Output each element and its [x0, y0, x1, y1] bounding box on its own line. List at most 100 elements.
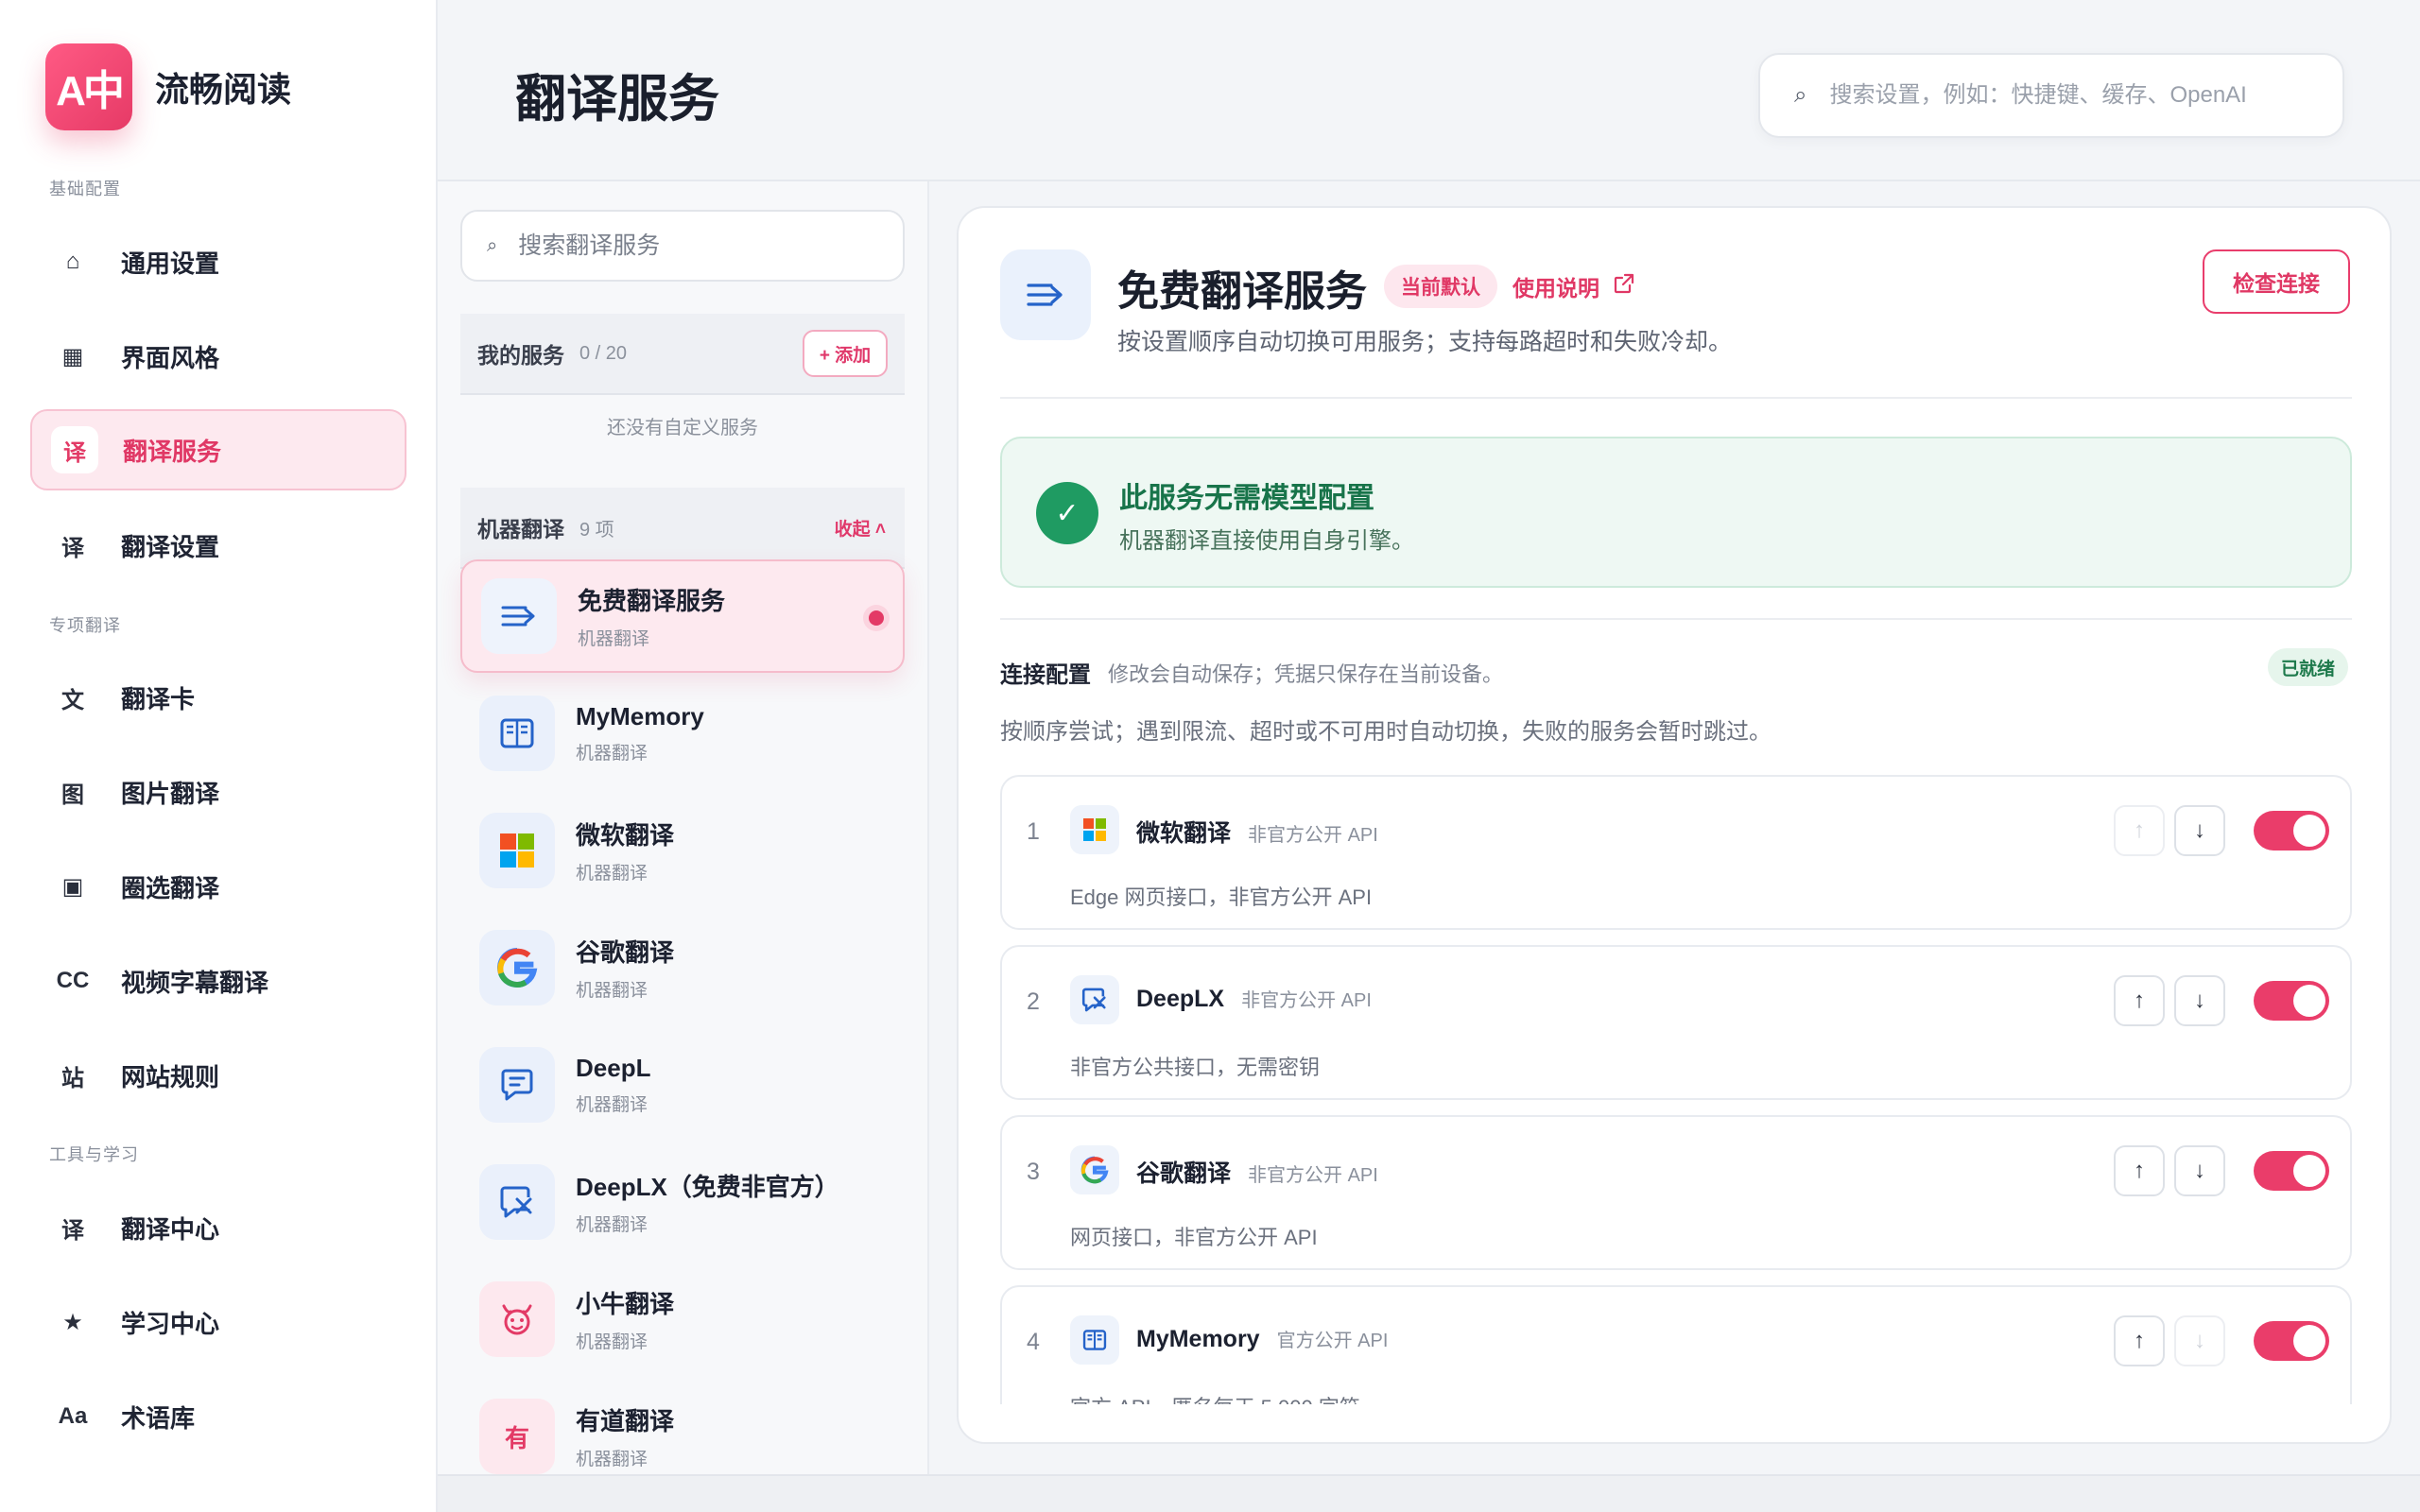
app-logo-icon: A中 — [45, 43, 132, 130]
toggle-knob — [2293, 815, 2325, 847]
route-tag: 官方公开 API — [1276, 1331, 1389, 1351]
sidebar-item-subtitle-translation[interactable]: CC 视频字幕翻译 — [30, 940, 406, 1022]
machine-translation-header[interactable]: 机器翻译 9 项 收起 ˄ — [460, 488, 905, 569]
service-item-google[interactable]: 谷歌翻译 机器翻译 — [460, 911, 905, 1024]
notice-description: 机器翻译直接使用自身引擎。 — [1119, 528, 1414, 554]
status-badge: 已就绪 — [2267, 648, 2348, 686]
my-services-header: 我的服务 0 / 20 + 添加 — [460, 314, 905, 395]
move-up-button[interactable]: ↑ — [2114, 975, 2165, 1026]
usage-guide-link[interactable]: 使用说明 — [1512, 270, 1635, 302]
sidebar-item-site-rules[interactable]: 站 网站规则 — [30, 1035, 406, 1116]
sidebar-item-translation-settings[interactable]: 译 翻译设置 — [30, 505, 406, 586]
move-up-button[interactable]: ↑ — [2114, 805, 2165, 856]
translate-icon: 译 — [51, 426, 98, 473]
toggle-knob — [2293, 1325, 2325, 1357]
service-name: 谷歌翻译 — [576, 938, 675, 967]
search-icon: ⌕ — [1794, 82, 1807, 108]
brand[interactable]: A中 流畅阅读 — [45, 43, 291, 130]
move-down-button[interactable]: ↓ — [2174, 1315, 2225, 1366]
service-detail-panel: 免费翻译服务 当前默认 使用说明 按设置顺序自动切换可用服务；支持每路超时和失败… — [957, 206, 2392, 1444]
sidebar-item-glossary[interactable]: Aa 术语库 — [30, 1376, 406, 1457]
app-name: 流畅阅读 — [155, 70, 292, 109]
sidebar-item-label: 术语库 — [121, 1403, 196, 1433]
check-connection-button[interactable]: 检查连接 — [2203, 249, 2350, 314]
sidebar-item-label: 翻译卡 — [121, 684, 196, 713]
sidebar-item-label: 图片翻译 — [121, 779, 220, 808]
sidebar-item-appearance[interactable]: ▦ 界面风格 — [30, 316, 406, 397]
sidebar-item-label: 视频字幕翻译 — [121, 968, 269, 997]
config-title: 连接配置 — [1000, 662, 1091, 688]
google-icon — [1070, 1145, 1119, 1194]
route-name: 微软翻译 — [1136, 820, 1232, 847]
route-index: 2 — [1027, 988, 1040, 1015]
route-name: DeepLX — [1136, 986, 1225, 1012]
move-down-button[interactable]: ↓ — [2174, 805, 2225, 856]
service-item-deepl[interactable]: DeepL 机器翻译 — [460, 1028, 905, 1142]
sidebar-item-translation-card[interactable]: 文 翻译卡 — [30, 657, 406, 738]
move-down-button[interactable]: ↓ — [2174, 1145, 2225, 1196]
book-icon — [479, 696, 555, 771]
route-index: 3 — [1027, 1159, 1040, 1185]
service-search-input[interactable] — [518, 232, 878, 260]
sidebar-item-general[interactable]: ⌂ 通用设置 — [30, 221, 406, 302]
sidebar-item-translation-services[interactable]: 译 翻译服务 — [30, 409, 406, 490]
sidebar-item-image-translation[interactable]: 图 图片翻译 — [30, 751, 406, 833]
service-item-microsoft[interactable]: 微软翻译 机器翻译 — [460, 794, 905, 907]
collapse-button[interactable]: 收起 ˄ — [835, 515, 886, 541]
config-note: 修改会自动保存；凭据只保存在当前设备。 — [1108, 662, 1504, 686]
deeplx-icon — [479, 1164, 555, 1240]
toggle-knob — [2293, 1155, 2325, 1187]
service-name: 微软翻译 — [576, 821, 675, 850]
empty-hint: 还没有自定义服务 — [607, 418, 758, 438]
microsoft-icon — [479, 813, 555, 888]
move-up-button[interactable]: ↑ — [2114, 1145, 2165, 1196]
route-enabled-toggle[interactable] — [2254, 1321, 2329, 1361]
group-count: 9 项 — [579, 519, 614, 541]
service-item-deeplx[interactable]: DeepLX（免费非官方） 机器翻译 — [460, 1145, 905, 1259]
route-enabled-toggle[interactable] — [2254, 811, 2329, 850]
service-item-free[interactable]: 免费翻译服务 机器翻译 — [460, 559, 905, 673]
sidebar-item-learning-center[interactable]: ★ 学习中心 — [30, 1281, 406, 1363]
service-title: 免费翻译服务 — [1117, 268, 1367, 315]
microsoft-icon — [1070, 805, 1119, 854]
route-enabled-toggle[interactable] — [2254, 1151, 2329, 1191]
service-name: 免费翻译服务 — [578, 587, 726, 615]
service-item-mymemory[interactable]: MyMemory 机器翻译 — [460, 677, 905, 790]
route-item: 3 谷歌翻译 非官方公开 API 网页接口，非官方公开 API ↑ ↓ — [1000, 1115, 2352, 1270]
google-icon — [479, 930, 555, 1005]
service-category: 机器翻译 — [576, 744, 648, 764]
sidebar-item-label: 界面风格 — [121, 343, 220, 372]
closed-caption-icon: CC — [56, 968, 90, 993]
service-category: 机器翻译 — [578, 629, 650, 649]
route-description: 网页接口，非官方公开 API — [1070, 1226, 1318, 1249]
service-category: 机器翻译 — [576, 1095, 648, 1115]
service-item-niutrans[interactable]: 小牛翻译 机器翻译 — [460, 1263, 905, 1376]
service-name: 小牛翻译 — [576, 1290, 675, 1318]
global-search[interactable]: ⌕ — [1758, 53, 2344, 138]
route-description: 非官方公共接口，无需密钥 — [1070, 1056, 1321, 1079]
route-list: 1 微软翻译 非官方公开 API Edge 网页接口，非官方公开 API ↑ ↓ … — [1000, 775, 2352, 1404]
sidebar-item-selection-translation[interactable]: ▣ 圈选翻译 — [30, 846, 406, 927]
nav-section-basic: 基础配置 — [49, 180, 121, 198]
service-search[interactable]: ⌕ — [460, 210, 905, 282]
service-category: 机器翻译 — [576, 981, 648, 1001]
move-down-button[interactable]: ↓ — [2174, 975, 2225, 1026]
selection-icon: ▣ — [61, 873, 84, 900]
external-link-icon — [1613, 272, 1635, 301]
move-up-button[interactable]: ↑ — [2114, 1315, 2165, 1366]
route-enabled-toggle[interactable] — [2254, 981, 2329, 1021]
usage-guide-label: 使用说明 — [1512, 276, 1599, 301]
service-category: 机器翻译 — [576, 1450, 648, 1469]
service-category: 机器翻译 — [576, 1215, 648, 1235]
bottom-strip — [438, 1474, 2420, 1512]
add-service-button[interactable]: + 添加 — [803, 330, 888, 377]
group-count: 0 / 20 — [579, 342, 628, 364]
group-title: 机器翻译 — [477, 517, 564, 541]
global-search-input[interactable] — [1829, 82, 2322, 109]
route-tag: 非官方公开 API — [1248, 825, 1378, 846]
sidebar-item-translation-center[interactable]: 译 翻译中心 — [30, 1187, 406, 1268]
route-description: Edge 网页接口，非官方公开 API — [1070, 885, 1373, 909]
text-icon: 文 — [61, 687, 84, 713]
sidebar-item-label: 翻译中心 — [121, 1214, 220, 1244]
niu-icon — [479, 1281, 555, 1357]
